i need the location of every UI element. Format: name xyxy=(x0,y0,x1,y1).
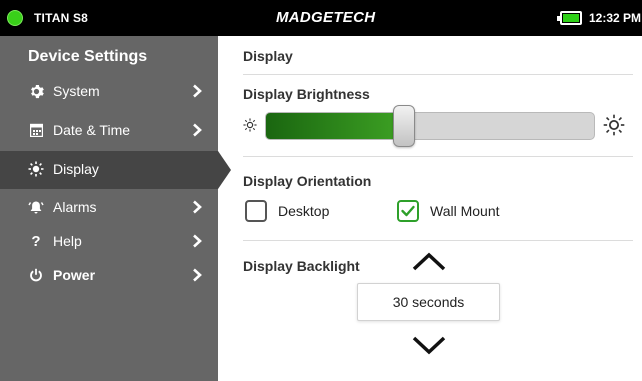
chevron-right-icon xyxy=(193,200,202,214)
backlight-value[interactable]: 30 seconds xyxy=(357,283,500,321)
chevron-right-icon xyxy=(193,84,202,98)
device-name: TITAN S8 xyxy=(34,11,89,25)
sun-small-icon xyxy=(243,118,257,132)
desktop-label: Desktop xyxy=(278,203,330,219)
sidebar-item-label: Alarms xyxy=(53,199,97,215)
sidebar-item-label: Display xyxy=(53,161,99,177)
chevron-up-icon[interactable] xyxy=(411,251,447,273)
sidebar-item-date-time[interactable]: Date & Time xyxy=(0,112,218,150)
divider xyxy=(243,240,633,241)
sidebar-item-power[interactable]: Power xyxy=(0,257,218,295)
chevron-right-icon xyxy=(193,123,202,137)
divider xyxy=(243,74,633,75)
battery-full-icon xyxy=(557,11,582,25)
wall-mount-label: Wall Mount xyxy=(430,203,500,219)
sidebar-item-help[interactable]: ? Help xyxy=(0,223,218,261)
gear-icon xyxy=(28,83,44,99)
sidebar-item-system[interactable]: System xyxy=(0,73,218,111)
brand-logo: MADGETECH xyxy=(276,9,376,26)
checkmark-icon xyxy=(401,205,415,217)
divider xyxy=(243,156,633,157)
orientation-label: Display Orientation xyxy=(243,173,372,189)
desktop-checkbox[interactable] xyxy=(245,200,267,222)
sidebar-item-label: System xyxy=(53,83,100,99)
sun-large-icon xyxy=(603,114,625,136)
brightness-label: Display Brightness xyxy=(243,86,370,102)
status-led-icon xyxy=(7,10,23,26)
power-icon xyxy=(28,267,44,283)
page-title: Display xyxy=(243,48,293,64)
sun-icon xyxy=(28,161,44,177)
display-settings-panel: Display Display Brightness Display Orien… xyxy=(218,36,642,381)
sidebar-item-label: Power xyxy=(53,267,96,283)
sidebar-item-display[interactable]: Display xyxy=(0,151,218,189)
chevron-down-icon[interactable] xyxy=(411,334,447,356)
sidebar-title: Device Settings xyxy=(28,48,148,65)
brightness-slider-track[interactable] xyxy=(265,112,595,140)
backlight-label: Display Backlight xyxy=(243,258,360,274)
brightness-slider-fill xyxy=(266,113,398,139)
sidebar-item-label: Help xyxy=(53,233,82,249)
calendar-icon xyxy=(28,122,44,138)
chevron-right-icon xyxy=(193,234,202,248)
wall-mount-checkbox[interactable] xyxy=(397,200,419,222)
clock: 12:32 PM xyxy=(589,11,642,25)
sidebar: Device Settings System Date & Time Displ… xyxy=(0,36,218,381)
alarm-bell-icon xyxy=(28,199,44,215)
sidebar-item-alarms[interactable]: Alarms xyxy=(0,189,218,227)
question-icon: ? xyxy=(31,232,41,250)
status-bar: TITAN S8 MADGETECH 12:32 PM xyxy=(0,0,642,36)
chevron-right-icon xyxy=(193,268,202,282)
brightness-slider-handle[interactable] xyxy=(393,105,415,147)
sidebar-item-label: Date & Time xyxy=(53,122,131,138)
